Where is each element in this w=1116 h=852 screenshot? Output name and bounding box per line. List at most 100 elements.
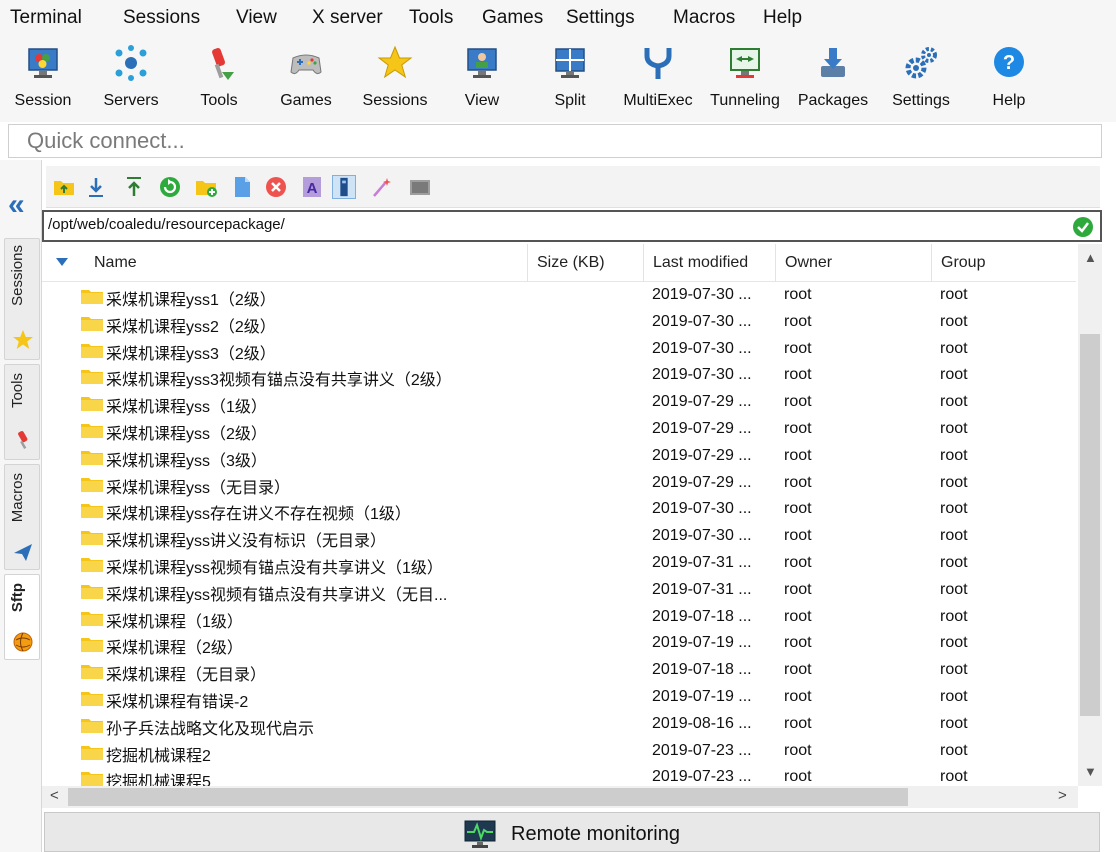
file-row[interactable]: 采煤机课程yss（无目录） 2019-07-29 ... root root [42,470,1076,497]
horizontal-scroll-thumb[interactable] [68,788,908,806]
view-button[interactable]: View [442,42,522,118]
file-row[interactable]: 孙子兵法战略文化及现代启示 2019-08-16 ... root root [42,711,1076,738]
vertical-scroll-thumb[interactable] [1080,334,1100,716]
multiexec-button[interactable]: MultiExec [618,42,698,118]
column-header-group[interactable]: Group [932,244,1076,282]
menu-terminal[interactable]: Terminal [10,7,82,29]
file-modified: 2019-07-19 ... [652,688,752,705]
file-row[interactable]: 采煤机课程（1级） 2019-07-18 ... root root [42,604,1076,631]
menu-bar: Terminal Sessions View X server Tools Ga… [0,0,1116,38]
file-group: root [940,527,968,545]
tools-button-label: Tools [200,92,238,109]
folder-icon [81,316,103,331]
file-row[interactable]: 采煤机课程yss讲义没有标识（无目录） 2019-07-30 ... root roo… [42,523,1076,550]
menu-sessions[interactable]: Sessions [123,7,200,29]
file-row[interactable]: 采煤机课程yss2（2级） 2019-07-30 ... root root [42,309,1076,336]
menu-macros[interactable]: Macros [673,7,735,29]
help-button[interactable]: ? Help [969,42,1049,118]
new-file-icon[interactable] [230,175,254,199]
file-row[interactable]: 采煤机课程yss1（2级） 2019-07-30 ... root root [42,282,1076,309]
terminal-icon[interactable] [408,175,432,199]
file-modified: 2019-07-30 ... [652,527,752,545]
scroll-right-icon[interactable]: > [1058,787,1067,804]
menu-settings[interactable]: Settings [566,7,635,29]
file-modified: 2019-07-19 ... [652,634,752,652]
tab-sftp[interactable]: Sftp [4,574,40,660]
menu-x-server[interactable]: X server [312,7,383,29]
file-row[interactable]: 采煤机课程yss（2级） 2019-07-29 ... root root [42,416,1076,443]
column-header-name-label: Name [94,254,137,271]
packages-button[interactable]: Packages [793,42,873,118]
folder-icon [81,638,103,653]
gears-icon [905,47,937,79]
path-input[interactable]: /opt/web/coaledu/resourcepackage/ [42,210,1102,242]
upload-icon[interactable] [122,175,146,199]
view-monitor-icon [467,48,497,78]
servers-button[interactable]: Servers [91,42,171,118]
file-group: root [940,768,968,786]
session-button[interactable]: Session [3,42,83,118]
collapse-sidebar-icon[interactable]: « [8,188,25,222]
file-row[interactable]: 采煤机课程yss3（2级） 2019-07-30 ... root root [42,336,1076,363]
scroll-up-icon[interactable]: ▲ [1084,250,1097,265]
file-owner: root [784,741,812,759]
column-header-owner[interactable]: Owner [776,244,932,282]
menu-tools[interactable]: Tools [409,7,453,29]
column-header-modified[interactable]: Last modified [644,244,776,282]
file-name: 采煤机课程yss视频有锚点没有共享讲义（无目... [106,586,448,604]
file-modified: 2019-07-18 ... [652,607,752,625]
file-row[interactable]: 挖掘机械课程2 2019-07-23 ... root root [42,738,1076,765]
sftp-globe-icon [13,632,33,652]
file-row[interactable]: 采煤机课程yss视频有锚点没有共享讲义（无目... 2019-07-31 ... r… [42,577,1076,604]
file-row[interactable]: 采煤机课程yss视频有锚点没有共享讲义（1级） 2019-07-31 ... roo… [42,550,1076,577]
file-name: 采煤机课程yss2（2级） [106,318,276,336]
rename-icon[interactable]: A [300,175,324,199]
split-button[interactable]: Split [530,42,610,118]
tools-screwdriver-icon [18,431,28,449]
file-row[interactable]: 采煤机课程yss存在讲义不存在视频（1级） 2019-07-30 ... root r… [42,496,1076,523]
tools-button[interactable]: Tools [179,42,259,118]
file-row[interactable]: 采煤机课程（2级） 2019-07-19 ... root root [42,630,1076,657]
menu-games[interactable]: Games [482,7,543,29]
tab-sessions[interactable]: Sessions [4,238,40,360]
file-row[interactable]: 采煤机课程（无目录） 2019-07-18 ... root root [42,657,1076,684]
refresh-icon[interactable] [158,175,182,199]
new-folder-icon[interactable] [194,175,218,199]
games-button[interactable]: Games [266,42,346,118]
download-icon[interactable] [84,175,108,199]
file-group: root [940,446,968,464]
vertical-scrollbar[interactable]: ▲ ▼ [1078,244,1102,786]
tab-macros[interactable]: Macros [4,464,40,570]
sessions-button[interactable]: Sessions [355,42,435,118]
file-list: Name Size (KB) Last modified Owner Group… [42,244,1102,791]
confirm-check-icon[interactable] [1072,216,1094,238]
file-owner: root [784,688,812,705]
menu-view[interactable]: View [236,7,277,29]
remote-monitoring-button[interactable]: Remote monitoring [44,812,1100,852]
tab-tools[interactable]: Tools [4,364,40,460]
scroll-left-icon[interactable]: < [50,787,59,804]
delete-icon[interactable] [264,175,288,199]
tab-sessions-label: Sessions [9,245,26,306]
file-modified: 2019-07-31 ... [652,580,752,598]
settings-button[interactable]: Settings [881,42,961,118]
file-row[interactable]: 采煤机课程yss3视频有锚点没有共享讲义（2级） 2019-07-30 ... ro… [42,362,1076,389]
scroll-down-icon[interactable]: ▼ [1084,764,1097,779]
file-modified: 2019-07-30 ... [652,500,752,518]
file-group: root [940,473,968,491]
quick-connect-input[interactable]: Quick connect... [8,124,1102,158]
menu-help[interactable]: Help [763,7,802,29]
parent-folder-icon[interactable] [52,175,76,199]
file-row[interactable]: 采煤机课程有错误-2 2019-07-19 ... root root [42,684,1076,711]
file-group: root [940,580,968,598]
tunneling-button[interactable]: Tunneling [705,42,785,118]
follow-terminal-icon[interactable] [332,175,356,199]
column-header-name[interactable]: Name [42,244,528,282]
sessions-button-label: Sessions [362,92,428,109]
file-row[interactable]: 采煤机课程yss（3级） 2019-07-29 ... root root [42,443,1076,470]
servers-network-icon [115,45,147,81]
column-header-size[interactable]: Size (KB) [528,244,644,282]
file-row[interactable]: 采煤机课程yss（1级） 2019-07-29 ... root root [42,389,1076,416]
magic-wand-icon[interactable] [370,175,394,199]
horizontal-scrollbar[interactable]: < > [42,786,1078,808]
